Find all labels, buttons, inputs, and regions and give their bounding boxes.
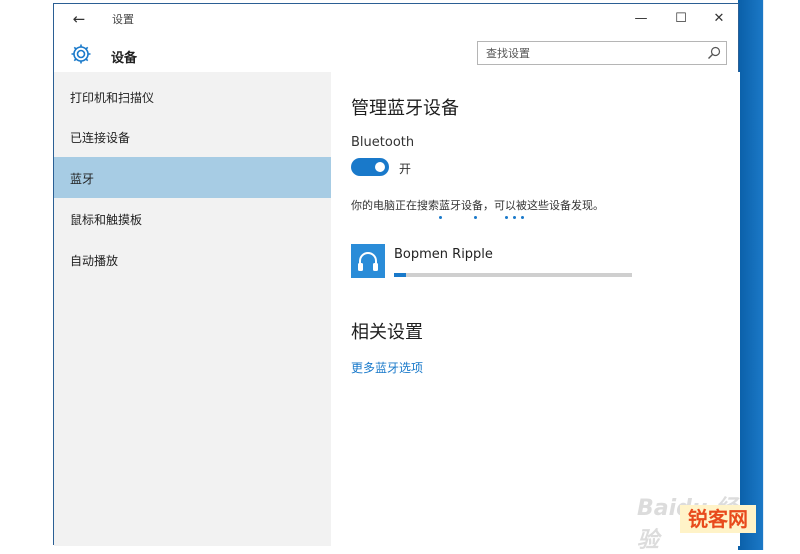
ruike-logo: 锐客网 (680, 505, 756, 533)
sidebar-item-label: 自动播放 (70, 254, 119, 268)
title-bar: ← 设置 — ☐ ✕ (54, 4, 738, 34)
progress-dot (505, 216, 508, 219)
headset-icon (351, 244, 385, 278)
section-title-manage-bluetooth: 管理蓝牙设备 (351, 98, 459, 119)
toggle-knob (375, 162, 385, 172)
sidebar-item-bluetooth[interactable]: 蓝牙 (54, 157, 331, 198)
settings-window: ← 设置 — ☐ ✕ 设备 打印机和扫描仪 已连接设备 (53, 3, 740, 553)
toggle-state-label: 开 (399, 162, 412, 176)
pairing-progress-fill (394, 273, 406, 277)
bluetooth-device-item[interactable]: Bopmen Ripple (351, 244, 651, 284)
main-content: 管理蓝牙设备 Bluetooth 开 你的电脑正在搜索蓝牙设备，可以被这些设备发… (331, 72, 740, 546)
sidebar-item-connected-devices[interactable]: 已连接设备 (54, 116, 331, 157)
progress-dot (521, 216, 524, 219)
sidebar-item-label: 已连接设备 (70, 131, 131, 145)
gear-icon (71, 44, 91, 64)
maximize-button[interactable]: ☐ (666, 7, 696, 31)
sidebar-item-label: 蓝牙 (70, 172, 95, 186)
sidebar-item-mouse-touchpad[interactable]: 鼠标和触摸板 (54, 198, 331, 239)
back-button[interactable]: ← (68, 8, 90, 30)
sidebar: 打印机和扫描仪 已连接设备 蓝牙 鼠标和触摸板 自动播放 (54, 72, 331, 546)
page-header: 设备 (54, 34, 738, 74)
scanning-progress-dots (439, 216, 539, 222)
sidebar-item-label: 鼠标和触摸板 (70, 213, 143, 227)
progress-dot (474, 216, 477, 219)
window-title: 设置 (112, 13, 134, 26)
desktop-background (738, 0, 800, 550)
scan-status-text: 你的电脑正在搜索蓝牙设备，可以被这些设备发现。 (351, 199, 604, 212)
search-input[interactable] (478, 42, 706, 64)
section-title-related-settings: 相关设置 (351, 322, 423, 343)
page-title: 设备 (111, 51, 138, 66)
sidebar-item-autoplay[interactable]: 自动播放 (54, 239, 331, 280)
device-name: Bopmen Ripple (394, 247, 493, 262)
sidebar-item-label: 打印机和扫描仪 (70, 91, 155, 105)
progress-dot (439, 216, 442, 219)
search-icon[interactable] (706, 45, 722, 61)
bluetooth-toggle[interactable] (351, 158, 389, 176)
sidebar-item-printers[interactable]: 打印机和扫描仪 (54, 76, 331, 117)
bluetooth-label: Bluetooth (351, 135, 415, 150)
minimize-button[interactable]: — (626, 7, 656, 31)
more-bluetooth-options-link[interactable]: 更多蓝牙选项 (351, 359, 423, 376)
progress-dot (513, 216, 516, 219)
search-box[interactable] (477, 41, 727, 65)
pairing-progress-bar (394, 273, 632, 277)
close-button[interactable]: ✕ (704, 7, 734, 31)
